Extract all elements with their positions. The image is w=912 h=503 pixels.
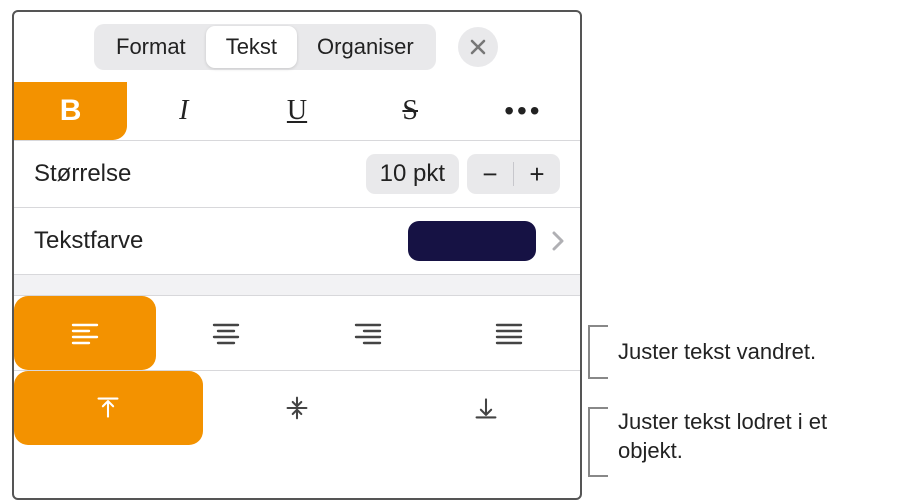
more-styles-button[interactable]: ••• [467, 82, 580, 140]
chevron-right-icon [546, 231, 570, 251]
tab-bar: Format Tekst Organiser [14, 12, 580, 82]
valign-top-button[interactable] [14, 371, 203, 445]
tab-segment: Format Tekst Organiser [94, 24, 436, 70]
bold-button[interactable]: B [14, 82, 127, 140]
italic-button[interactable]: I [127, 82, 240, 140]
align-right-button[interactable] [297, 296, 439, 370]
tab-organize[interactable]: Organiser [297, 26, 434, 68]
bracket-icon [588, 325, 608, 379]
valign-top-icon [94, 396, 122, 420]
tab-text[interactable]: Tekst [206, 26, 297, 68]
align-center-icon [212, 321, 240, 345]
valign-bottom-icon [472, 396, 500, 420]
callout-horizontal-align: Juster tekst vandret. [588, 325, 898, 379]
callout-vertical-text: Juster tekst lodret i et objekt. [618, 408, 898, 465]
italic-glyph: I [179, 95, 188, 127]
valign-bottom-button[interactable] [391, 371, 580, 445]
callout-vertical-align: Juster tekst lodret i et objekt. [588, 397, 898, 477]
underline-button[interactable]: U [240, 82, 353, 140]
close-button[interactable] [458, 27, 498, 67]
valign-middle-icon [283, 396, 311, 420]
text-color-label: Tekstfarve [34, 227, 143, 255]
text-color-row[interactable]: Tekstfarve [14, 208, 580, 274]
size-row: Størrelse 10 pkt − + [14, 141, 580, 207]
size-decrease-button[interactable]: − [467, 154, 513, 194]
vertical-align-row [14, 371, 580, 445]
align-center-button[interactable] [156, 296, 298, 370]
formatting-panel: Format Tekst Organiser B I U S ••• Størr… [12, 10, 582, 500]
align-justify-button[interactable] [439, 296, 581, 370]
align-left-button[interactable] [14, 296, 156, 370]
align-left-icon [71, 321, 99, 345]
bold-glyph: B [60, 94, 82, 128]
close-icon [470, 39, 486, 55]
size-increase-button[interactable]: + [514, 154, 560, 194]
tab-format[interactable]: Format [96, 26, 206, 68]
strike-glyph: S [402, 95, 418, 127]
align-right-icon [354, 321, 382, 345]
size-stepper: − + [467, 154, 560, 194]
underline-glyph: U [287, 95, 307, 127]
size-value[interactable]: 10 pkt [366, 154, 459, 194]
horizontal-align-row [14, 296, 580, 370]
section-gap [14, 274, 580, 296]
size-label: Størrelse [34, 160, 131, 188]
valign-middle-button[interactable] [203, 371, 392, 445]
bracket-icon [588, 407, 608, 477]
callouts: Juster tekst vandret. Juster tekst lodre… [588, 325, 898, 477]
callout-horizontal-text: Juster tekst vandret. [618, 338, 816, 367]
strikethrough-button[interactable]: S [354, 82, 467, 140]
font-style-row: B I U S ••• [14, 82, 580, 140]
text-color-swatch[interactable] [408, 221, 536, 261]
align-justify-icon [495, 321, 523, 345]
more-icon: ••• [504, 95, 542, 127]
